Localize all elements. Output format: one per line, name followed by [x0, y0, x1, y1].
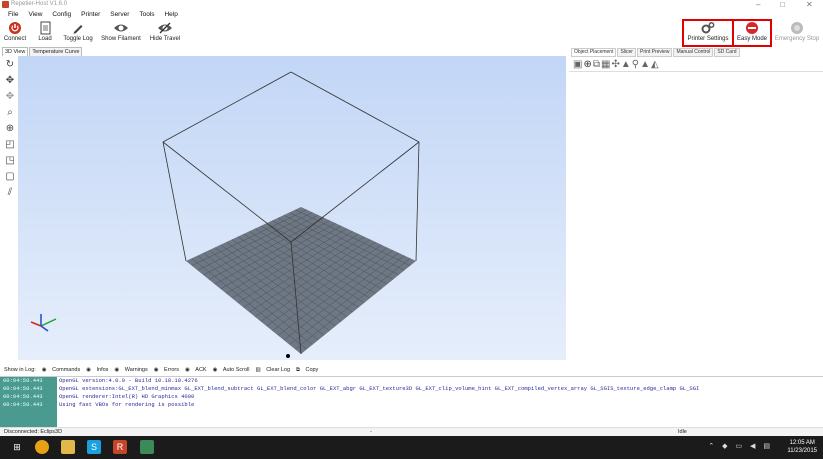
filter-errors[interactable]: ◉ Errors [154, 365, 179, 375]
menu-printer[interactable]: Printer [81, 10, 100, 20]
power-icon [2, 21, 28, 35]
add-object-icon[interactable]: ⊕ [583, 59, 592, 70]
close-button[interactable]: ✕ [806, 0, 813, 10]
app-icon-task[interactable] [140, 440, 154, 454]
axis-gizmo [30, 314, 57, 332]
log-area[interactable]: 00:04:50.443 OpenGL version:4.0.0 - Build… [0, 376, 823, 427]
menu-file[interactable]: File [8, 10, 18, 20]
log-entry: 00:04:50.443 OpenGL version:4.0.0 - Build… [0, 377, 823, 385]
tab-manual-control[interactable]: Manual Control [673, 48, 714, 57]
hide-travel-button[interactable]: Hide Travel [147, 21, 183, 45]
auto-scroll-toggle[interactable]: ◉ Auto Scroll [213, 365, 250, 375]
windows-start-icon[interactable]: ⊞ [10, 440, 24, 454]
eye-icon [99, 21, 143, 35]
3d-viewport[interactable] [18, 56, 566, 360]
log-entry: 00:04:50.443 OpenGL extensions:GL_EXT_ble… [0, 385, 823, 393]
copy-log-button[interactable]: ⧉ Copy [296, 365, 318, 375]
print-bed [186, 207, 416, 354]
filter-ack[interactable]: ◉ ACK [185, 365, 207, 375]
top-view-icon[interactable]: ▢ [3, 170, 17, 184]
iso-view-icon[interactable]: ◰ [3, 138, 17, 152]
chrome-icon[interactable] [35, 440, 49, 454]
view-toolbar: ↻ ✥ ✥ ⌕ ⊕ ◰ ◳ ▢ ⫽ [2, 56, 18, 360]
print-volume [30, 71, 420, 358]
clear-log-button[interactable]: ▥ Clear Log [255, 365, 290, 375]
tab-sd-card[interactable]: SD Card [714, 48, 740, 57]
gears-icon [684, 21, 732, 35]
object-list[interactable] [569, 71, 823, 361]
taskbar: ⊞ S R ⌃ ◆ ▭ ◀ ▤ 12:05 AM 11/23/2015 [0, 436, 823, 459]
skype-icon[interactable]: S [87, 440, 101, 454]
title-bar: Repetier-Host V1.6.0 – □ ✕ [0, 0, 823, 10]
easy-mode-button[interactable]: Easy Mode [732, 19, 772, 47]
object-toolbar: ▣⊕⧉▦✣▲⚲▲◭ [573, 59, 660, 70]
printer-settings-button[interactable]: Printer Settings [682, 19, 734, 47]
log-entry: 00:04:50.443 OpenGL renderer:Intel(R) HD … [0, 393, 823, 401]
parallel-view-icon[interactable]: ⫽ [3, 186, 17, 200]
center-icon[interactable]: ✣ [611, 59, 620, 70]
rotate-icon[interactable]: ↻ [3, 58, 17, 72]
tab-object-placement[interactable]: Object Placement [571, 48, 617, 57]
menu-help[interactable]: Help [164, 10, 177, 20]
front-view-icon[interactable]: ◳ [3, 154, 17, 168]
pencil-icon [61, 21, 95, 35]
show-filament-button[interactable]: Show Filament [99, 21, 143, 45]
scale-icon[interactable]: ▲ [621, 59, 632, 70]
minimize-button[interactable]: – [756, 0, 760, 10]
tab-slicer[interactable]: Slicer [617, 48, 636, 57]
emergency-stop-button[interactable]: Emergency Stop [772, 21, 822, 45]
file-explorer-icon[interactable] [61, 440, 75, 454]
system-tray[interactable]: ⌃ ◆ ▭ ◀ ▤ [708, 442, 773, 450]
land-icon[interactable]: ▲ [640, 59, 651, 70]
tab-print-preview[interactable]: Print Preview [636, 48, 673, 57]
app-icon [2, 1, 9, 8]
menu-server[interactable]: Server [110, 10, 129, 20]
load-button[interactable]: Load [34, 21, 56, 45]
view-tabs: 3D View Temperature Curve [2, 47, 83, 57]
repetier-icon[interactable]: R [113, 440, 127, 454]
toolbar: Connect Load Toggle Log Show Filament Hi… [0, 19, 823, 47]
window-title: Repetier-Host V1.6.0 [11, 1, 68, 7]
eye-slash-icon [147, 21, 183, 35]
right-panel: Object Placement Slicer Print Preview Manua… [569, 47, 823, 360]
filter-commands[interactable]: ◉ Commands [42, 365, 80, 375]
log-filter-bar: Show in Log: ◉ Commands ◉ Infos ◉ Warnin… [0, 365, 823, 375]
move-object-icon[interactable]: ✥ [3, 90, 17, 104]
easy-mode-icon [734, 21, 770, 35]
filter-infos[interactable]: ◉ Infos [86, 365, 108, 375]
document-icon [34, 21, 56, 35]
menu-tools[interactable]: Tools [139, 10, 154, 20]
toggle-log-button[interactable]: Toggle Log [61, 21, 95, 45]
menu-view[interactable]: View [28, 10, 42, 20]
log-entry: 00:04:50.443 Using fast VBOs for renderin… [0, 401, 823, 409]
grid-icon[interactable]: ▦ [601, 59, 611, 70]
filter-warnings[interactable]: ◉ Warnings [114, 365, 147, 375]
clock[interactable]: 12:05 AM 11/23/2015 [787, 439, 817, 455]
zoom-fit-icon[interactable]: ⊕ [3, 122, 17, 136]
menu-config[interactable]: Config [52, 10, 71, 20]
show-in-log-label: Show in Log: [4, 367, 36, 373]
copy-icon[interactable]: ⧉ [593, 59, 601, 70]
maximize-button[interactable]: □ [780, 0, 785, 10]
cut-icon[interactable]: ⚲ [632, 59, 640, 70]
move-icon[interactable]: ✥ [3, 74, 17, 88]
origin-marker [286, 354, 290, 358]
zoom-icon[interactable]: ⌕ [3, 106, 17, 120]
menu-bar: File View Config Printer Server Tools He… [0, 10, 823, 20]
mirror-icon[interactable]: ◭ [651, 59, 660, 70]
save-icon[interactable]: ▣ [573, 59, 583, 70]
stop-icon [772, 21, 822, 35]
connect-button[interactable]: Connect [2, 21, 28, 45]
